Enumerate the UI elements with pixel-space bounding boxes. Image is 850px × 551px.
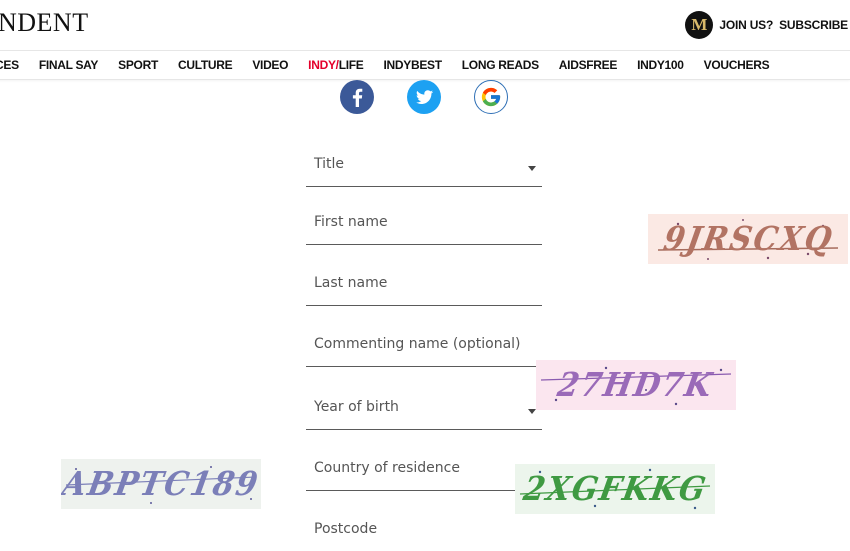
facebook-icon[interactable] — [340, 80, 374, 114]
captcha-image: 2XGFKKG — [515, 464, 715, 514]
chevron-down-icon — [528, 409, 536, 414]
year-of-birth-select[interactable]: Year of birth — [306, 395, 542, 430]
captcha-image: ABPTC189 — [61, 459, 261, 509]
commenting-name-field[interactable]: Commenting name (optional) — [306, 332, 542, 367]
captcha-text: 2XGFKKG — [520, 469, 710, 509]
last-name-field[interactable]: Last name — [306, 271, 542, 306]
chevron-down-icon — [528, 166, 536, 171]
nav-item-aidsfree[interactable]: AIDSFREE — [559, 58, 618, 72]
first-name-field[interactable]: First name — [306, 210, 542, 245]
site-logo[interactable]: NDENT — [0, 8, 89, 38]
year-of-birth-label: Year of birth — [314, 399, 399, 415]
nav-item-vouchers[interactable]: VOUCHERS — [704, 58, 770, 72]
google-icon[interactable] — [474, 80, 508, 114]
site-header: NDENT M JOIN US? SUBSCRIBE — [0, 0, 850, 51]
country-label: Country of residence — [314, 460, 460, 476]
nav-item-voices[interactable]: ICES — [0, 58, 19, 72]
nav-item-culture[interactable]: CULTURE — [178, 58, 233, 72]
twitter-icon[interactable] — [407, 80, 441, 114]
nav-item-final-say[interactable]: FINAL SAY — [39, 58, 99, 72]
nav-item-indybest[interactable]: INDYBEST — [384, 58, 443, 72]
nav-item-indy-life[interactable]: INDY/LIFE — [308, 58, 364, 72]
postcode-label: Postcode — [314, 521, 378, 537]
captcha-text: 9JRSCXQ — [660, 219, 836, 259]
postcode-field[interactable]: Postcode — [306, 517, 542, 551]
nav-item-sport[interactable]: SPORT — [118, 58, 158, 72]
subscribe-link[interactable]: SUBSCRIBE — [779, 18, 848, 32]
captcha-image: 27HD7K — [536, 360, 736, 410]
commenting-name-label: Commenting name (optional) — [314, 336, 521, 352]
main-nav: ICES FINAL SAY SPORT CULTURE VIDEO INDY/… — [0, 51, 850, 80]
nav-item-indy-prefix: INDY/ — [308, 58, 339, 72]
captcha-text: 27HD7K — [555, 365, 717, 405]
social-login-row — [340, 80, 508, 114]
nav-item-long-reads[interactable]: LONG READS — [462, 58, 539, 72]
last-name-label: Last name — [314, 275, 388, 291]
membership-area: M JOIN US? SUBSCRIBE — [685, 10, 848, 40]
captcha-image: 9JRSCXQ — [648, 214, 848, 264]
nav-item-video[interactable]: VIDEO — [252, 58, 288, 72]
member-badge-icon[interactable]: M — [685, 11, 714, 39]
title-select[interactable]: Title — [306, 152, 542, 187]
first-name-label: First name — [314, 214, 388, 230]
join-us-link[interactable]: JOIN US? — [719, 18, 773, 32]
nav-item-life-suffix: LIFE — [338, 58, 364, 72]
title-label: Title — [314, 156, 345, 172]
country-of-residence-field[interactable]: Country of residence — [306, 456, 542, 491]
captcha-text: ABPTC189 — [61, 464, 261, 504]
nav-item-indy100[interactable]: INDY100 — [637, 58, 684, 72]
